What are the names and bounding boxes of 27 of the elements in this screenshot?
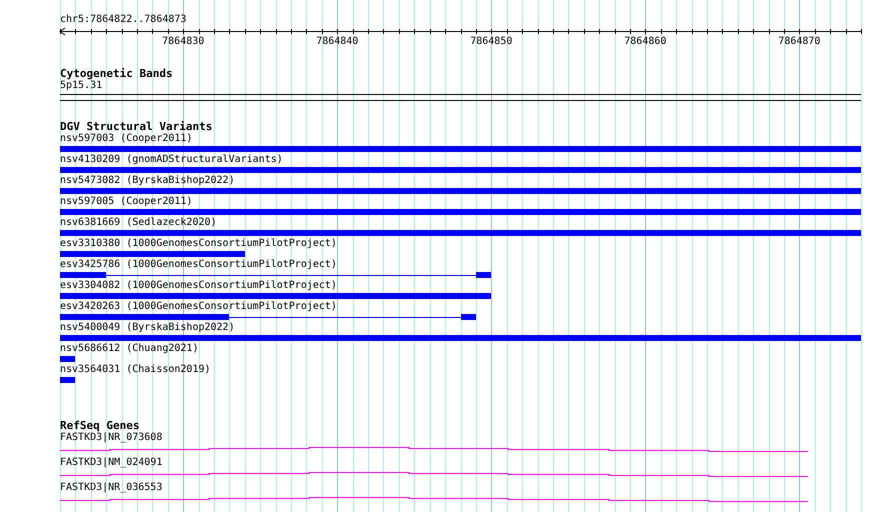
feature-label[interactable]: nsv5400049 (ByrskaBishop2022) [60,322,235,334]
feature-label[interactable]: FASTKD3|NM_024091 [60,457,162,469]
feature-label[interactable]: FASTKD3|NR_073608 [60,432,162,444]
tick-label: 7864860 [624,36,666,47]
feature-label[interactable]: esv3310380 (1000GenomesConsortiumPilotProject) [60,238,337,250]
tick-label: 7864840 [316,36,358,47]
tick-label: 7864870 [778,36,820,47]
location-label: chr5:7864822..7864873 [60,14,186,26]
tick-label: 7864830 [162,36,204,47]
track-title: DGV Structural Variants [60,121,212,133]
feature-label[interactable]: nsv5686612 (Chuang2021) [60,343,198,355]
feature-label[interactable]: nsv597003 (Cooper2011) [60,133,192,145]
track-title: RefSeq Genes [60,420,140,432]
feature-label[interactable]: nsv5473082 (ByrskaBishop2022) [60,175,235,187]
feature-label[interactable]: nsv597005 (Cooper2011) [60,196,192,208]
variant-bar [60,377,75,383]
feature-label[interactable]: FASTKD3|NR_036553 [60,482,162,494]
feature-label[interactable]: nsv3564031 (Chaisson2019) [60,364,211,376]
feature-label[interactable]: nsv6381669 (Sedlazeck2020) [60,217,217,229]
feature-label[interactable]: esv3304082 (1000GenomesConsortiumPilotProject) [60,280,337,292]
feature-label[interactable]: esv3420263 (1000GenomesConsortiumPilotProject) [60,301,337,313]
tick-label: 7864850 [470,36,512,47]
variant-bar [60,356,75,362]
track-title: Cytogenetic Bands [60,68,173,80]
feature-label[interactable]: nsv4130209 (gnomADStructuralVariants) [60,154,283,166]
feature-label[interactable]: 5p15.31 [60,80,102,92]
feature-label[interactable]: esv3425786 (1000GenomesConsortiumPilotProject) [60,259,337,271]
